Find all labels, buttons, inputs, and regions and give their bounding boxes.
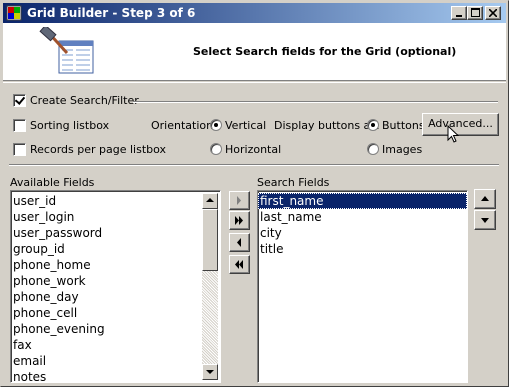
display-images-label[interactable]: Images (382, 143, 422, 156)
display-buttons-option-label[interactable]: Buttons (382, 119, 425, 132)
move-right-icon (237, 196, 241, 205)
close-icon (488, 8, 498, 18)
move-left-button[interactable] (229, 233, 250, 252)
move-left-icon (237, 238, 241, 247)
available-field-item[interactable]: email (11, 353, 220, 369)
orientation-horizontal-label[interactable]: Horizontal (225, 143, 281, 156)
move-all-right-icon (235, 216, 243, 225)
available-field-item[interactable]: group_id (11, 241, 220, 257)
grid-builder-window: Grid Builder - Step 3 of 6 Select Search… (0, 0, 509, 387)
header-separator (3, 82, 506, 83)
search-field-item[interactable]: last_name (258, 209, 467, 225)
app-icon (6, 5, 22, 21)
move-all-right-button[interactable] (229, 211, 250, 230)
close-button[interactable] (485, 6, 501, 20)
available-field-item[interactable]: phone_day (11, 289, 220, 305)
section-divider (9, 164, 499, 166)
scroll-up-button[interactable] (202, 193, 218, 209)
move-right-button[interactable] (229, 191, 250, 210)
scroll-down-icon (206, 370, 214, 374)
move-all-left-icon (235, 260, 243, 269)
available-field-item[interactable]: phone_cell (11, 305, 220, 321)
builder-hammer-icon (39, 27, 94, 74)
option-group-divider (133, 101, 498, 103)
scroll-up-icon (206, 198, 214, 202)
scroll-thumb[interactable] (202, 209, 218, 271)
title-bar[interactable]: Grid Builder - Step 3 of 6 (3, 3, 506, 23)
orientation-horizontal-radio[interactable] (210, 143, 222, 155)
available-field-item[interactable]: phone_work (11, 273, 220, 289)
wizard-header: Select Search fields for the Grid (optio… (3, 23, 506, 81)
available-fields-label: Available Fields (10, 176, 95, 189)
available-field-item[interactable]: user_login (11, 209, 220, 225)
search-field-item[interactable]: city (258, 225, 467, 241)
available-field-item[interactable]: notes (11, 369, 220, 382)
create-search-label[interactable]: Create Search/Filter (30, 94, 139, 107)
available-field-item[interactable]: fax (11, 337, 220, 353)
available-field-item[interactable]: phone_evening (11, 321, 220, 337)
scroll-down-button[interactable] (202, 364, 218, 380)
move-all-left-button[interactable] (229, 255, 250, 274)
search-fields-list[interactable]: first_name last_name city title (257, 190, 468, 383)
search-fields-label: Search Fields (257, 176, 330, 189)
sorting-listbox-checkbox[interactable] (13, 119, 26, 132)
available-fields-scrollbar[interactable] (202, 193, 218, 380)
available-field-item[interactable]: user_password (11, 225, 220, 241)
minimize-icon (456, 15, 462, 17)
orientation-label: Orientation: (151, 119, 217, 132)
available-field-item[interactable]: user_id (11, 193, 220, 209)
wizard-step-title: Select Search fields for the Grid (optio… (193, 45, 457, 58)
records-per-page-checkbox[interactable] (13, 143, 26, 156)
records-per-page-label[interactable]: Records per page listbox (30, 143, 166, 156)
move-up-button[interactable] (474, 189, 496, 209)
display-buttons-label: Display buttons as: (274, 119, 380, 132)
move-down-icon (481, 218, 489, 223)
create-search-checkbox[interactable] (13, 94, 26, 107)
search-field-item[interactable]: title (258, 241, 467, 257)
mouse-cursor-icon (447, 125, 460, 143)
window-title: Grid Builder - Step 3 of 6 (27, 6, 196, 20)
move-up-icon (481, 196, 489, 201)
available-field-item[interactable]: phone_home (11, 257, 220, 273)
minimize-button[interactable] (451, 6, 467, 20)
display-images-radio[interactable] (367, 143, 379, 155)
display-buttons-radio[interactable] (367, 119, 379, 131)
maximize-button[interactable] (467, 6, 483, 20)
move-down-button[interactable] (474, 210, 496, 230)
available-fields-list[interactable]: user_id user_login user_password group_id ph… (10, 190, 221, 383)
search-field-item[interactable]: first_name (258, 193, 467, 209)
orientation-vertical-label[interactable]: Vertical (225, 119, 266, 132)
maximize-icon (470, 8, 480, 17)
sorting-listbox-label[interactable]: Sorting listbox (30, 119, 109, 132)
orientation-vertical-radio[interactable] (210, 119, 222, 131)
